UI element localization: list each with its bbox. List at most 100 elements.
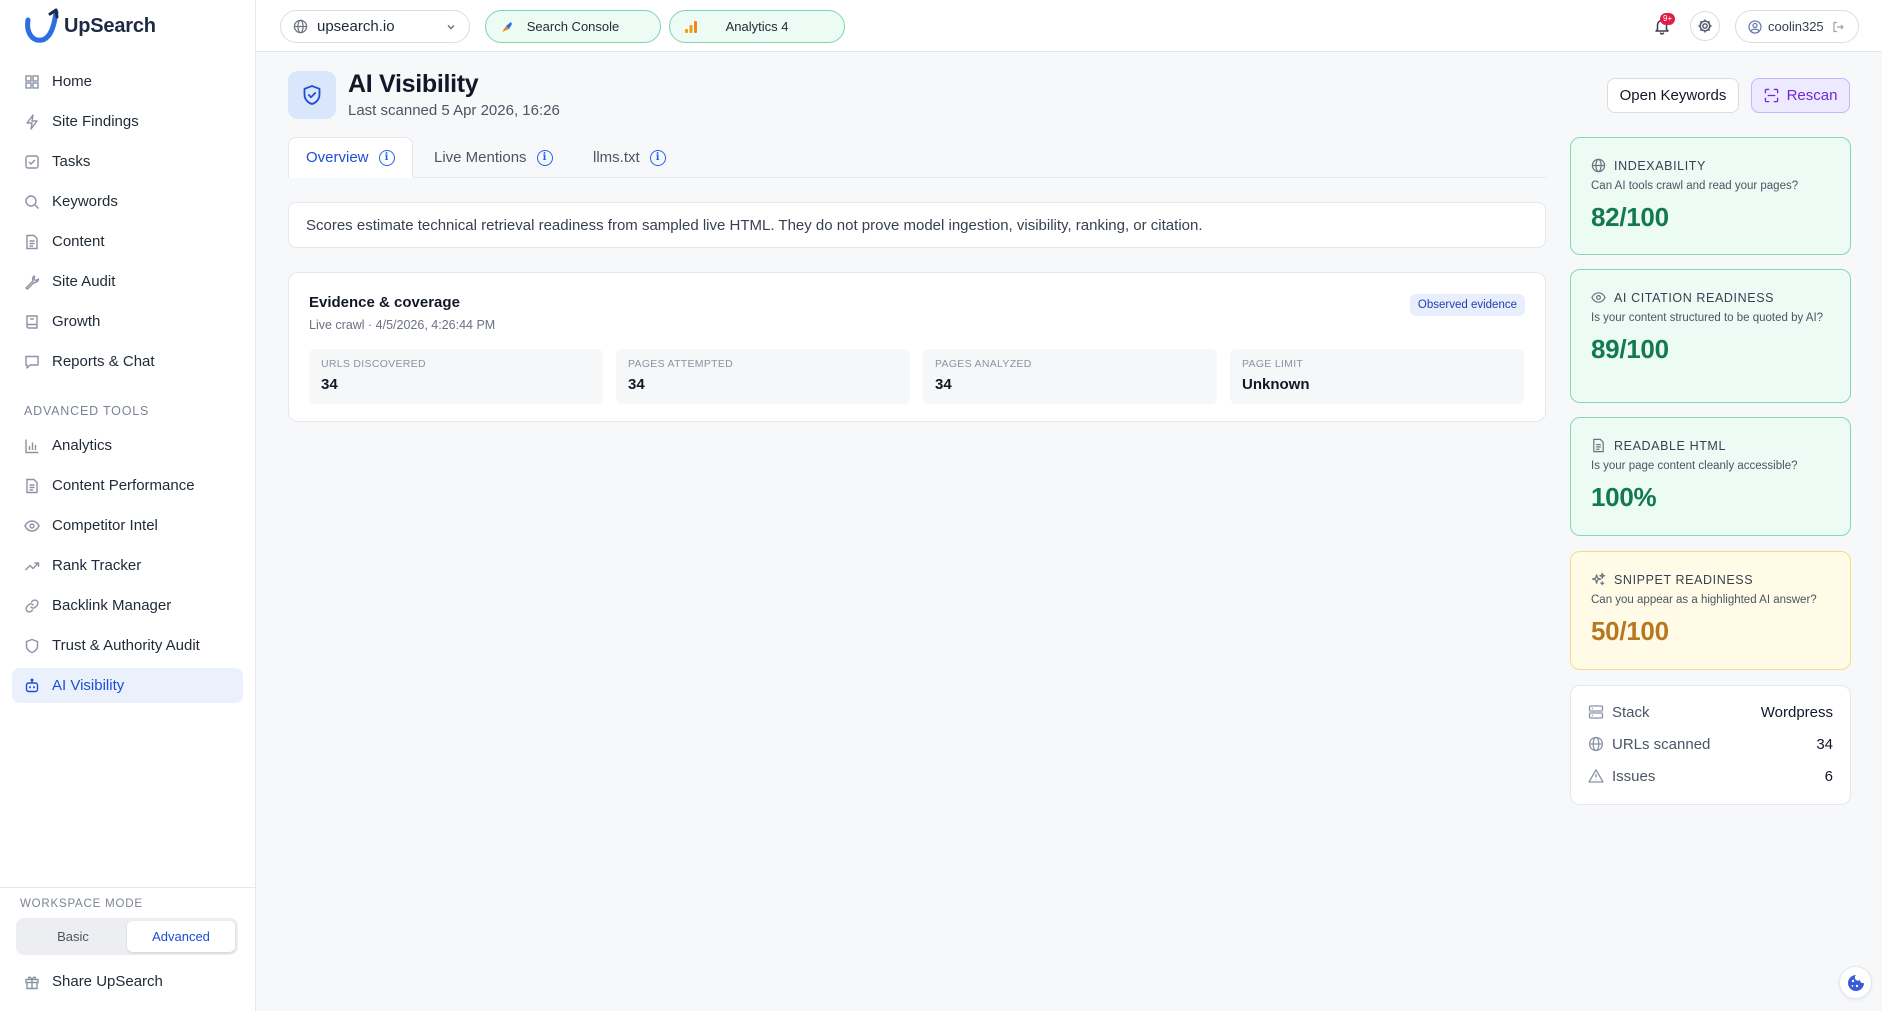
analytics-icon [685,21,697,33]
meta-value: 6 [1824,767,1833,785]
evidence-subtitle: Live crawl · 4/5/2026, 4:26:44 PM [309,318,496,332]
score-card-ai-citation-readiness: AI CITATION READINESS Is your content st… [1570,269,1851,403]
page-header-icon [288,71,336,119]
site-meta-card: Stack Wordpress URLs scanned 34 Issues 6 [1570,685,1851,805]
sidebar-item-backlink-manager[interactable]: Backlink Manager [12,588,243,623]
sidebar-item-label: Site Audit [52,273,116,290]
sidebar-item-site-findings[interactable]: Site Findings [12,104,243,139]
app-name: UpSearch [64,14,156,37]
sidebar-item-reports-chat[interactable]: Reports & Chat [12,344,243,379]
open-keywords-button[interactable]: Open Keywords [1607,78,1739,113]
gift-icon [25,976,39,989]
workspace-mode-panel: WORKSPACE MODE Basic Advanced Share UpSe… [0,887,255,1011]
site-selector[interactable]: upsearch.io [280,10,470,43]
sidebar-item-content-performance[interactable]: Content Performance [12,468,243,503]
sidebar-item-rank-tracker[interactable]: Rank Tracker [12,548,243,583]
stat-value: Unknown [1242,376,1310,393]
main-nav: Home Site Findings Tasks Keywords Conten… [0,52,255,703]
info-icon[interactable]: i [536,149,553,166]
evidence-stats: URLS DISCOVERED 34 PAGES ATTEMPTED 34 PA… [309,349,1524,404]
tab-live-mentions[interactable]: Live Mentions i [417,137,570,178]
sidebar-item-tasks[interactable]: Tasks [12,144,243,179]
sidebar-item-growth[interactable]: Growth [12,304,243,339]
score-question: Is your page content cleanly accessible? [1591,460,1798,472]
gear-icon [1698,19,1712,33]
tab-label: Live Mentions [434,149,527,166]
workspace-mode-basic-button[interactable]: Basic [19,921,127,952]
score-card-indexability: INDEXABILITY Can AI tools crawl and read… [1570,137,1851,255]
sidebar-item-label: Growth [52,313,101,330]
stat-pages-attempted: PAGES ATTEMPTED 34 [616,349,910,404]
sidebar-item-trust-authority-audit[interactable]: Trust & Authority Audit [12,628,243,663]
info-icon[interactable]: i [378,149,395,166]
page-title: AI Visibility [348,70,479,98]
sidebar-item-analytics[interactable]: Analytics [12,428,243,463]
document-icon [26,478,38,493]
observed-evidence-badge: Observed evidence [1409,294,1525,316]
stat-value: 34 [935,376,952,393]
tab-llms-txt[interactable]: llms.txt i [576,137,683,178]
sidebar-item-label: Competitor Intel [52,517,158,534]
disclaimer-notice: Scores estimate technical retrieval read… [288,202,1546,248]
shield-icon [25,638,39,653]
workspace-mode-advanced-button[interactable]: Advanced [127,921,235,952]
link-icon [25,598,39,613]
sidebar-item-site-audit[interactable]: Site Audit [12,264,243,299]
workspace-mode-title: WORKSPACE MODE [20,898,143,910]
sidebar-item-home[interactable]: Home [12,64,243,99]
sidebar-item-label: Rank Tracker [52,557,142,574]
score-title: READABLE HTML [1614,438,1726,453]
score-header: SNIPPET READINESS [1591,572,1830,587]
chat-icon [25,355,39,369]
sidebar-item-competitor-intel[interactable]: Competitor Intel [12,508,243,543]
trending-up-icon [25,561,40,570]
rescan-label: Rescan [1786,87,1838,104]
score-title: INDEXABILITY [1614,158,1706,173]
document-icon [26,234,38,249]
notifications-badge: 9+ [1660,13,1676,25]
analytics-4-button[interactable]: Analytics 4 [669,10,845,43]
sidebar-item-label: Content [52,233,105,250]
score-question: Can AI tools crawl and read your pages? [1591,180,1799,192]
sidebar-item-ai-visibility[interactable]: AI Visibility [12,668,243,703]
main-content: AI Visibility Last scanned 5 Apr 2026, 1… [256,52,1882,1011]
rescan-button[interactable]: Rescan [1751,78,1850,113]
eye-icon [24,519,40,532]
user-menu[interactable]: coolin325 [1735,10,1859,43]
tab-overview[interactable]: Overview i [288,137,413,178]
sidebar-item-label: Trust & Authority Audit [52,637,200,654]
avatar-icon [1748,19,1762,34]
tab-label: Overview [306,149,369,166]
topbar: upsearch.io Search Console Analytics 4 [256,0,1882,52]
score-header: INDEXABILITY [1591,158,1830,173]
cookie-settings-button[interactable] [1839,966,1872,999]
meta-value: 34 [1816,735,1833,753]
eye-icon [1591,292,1606,303]
meta-row-issues: Issues 6 [1588,760,1833,792]
search-console-button[interactable]: Search Console [485,10,661,43]
sidebar-item-keywords[interactable]: Keywords [12,184,243,219]
sidebar-item-label: Keywords [52,193,118,210]
settings-button[interactable] [1690,11,1720,41]
stat-page-limit: PAGE LIMIT Unknown [1230,349,1524,404]
username: coolin325 [1768,19,1824,34]
globe-icon [293,19,308,34]
meta-label: Issues [1612,767,1656,785]
scan-icon [1764,88,1778,103]
sidebar-item-content[interactable]: Content [12,224,243,259]
meta-value: Wordpress [1760,703,1833,721]
cookie-icon [1847,974,1864,991]
stat-label: PAGES ATTEMPTED [628,358,734,370]
score-title: SNIPPET READINESS [1614,572,1754,587]
logo[interactable]: UpSearch [0,0,255,52]
logout-icon[interactable] [1832,21,1844,33]
meta-label: URLs scanned [1612,735,1711,753]
info-icon[interactable]: i [649,149,666,166]
share-label: Share UpSearch [52,973,163,990]
evidence-title: Evidence & coverage [309,294,460,311]
chevron-down-icon [447,24,455,30]
score-value: 100% [1591,482,1657,512]
home-icon [25,74,39,89]
sidebar-item-label: Content Performance [52,477,195,494]
share-upsearch-link[interactable]: Share UpSearch [16,973,239,990]
